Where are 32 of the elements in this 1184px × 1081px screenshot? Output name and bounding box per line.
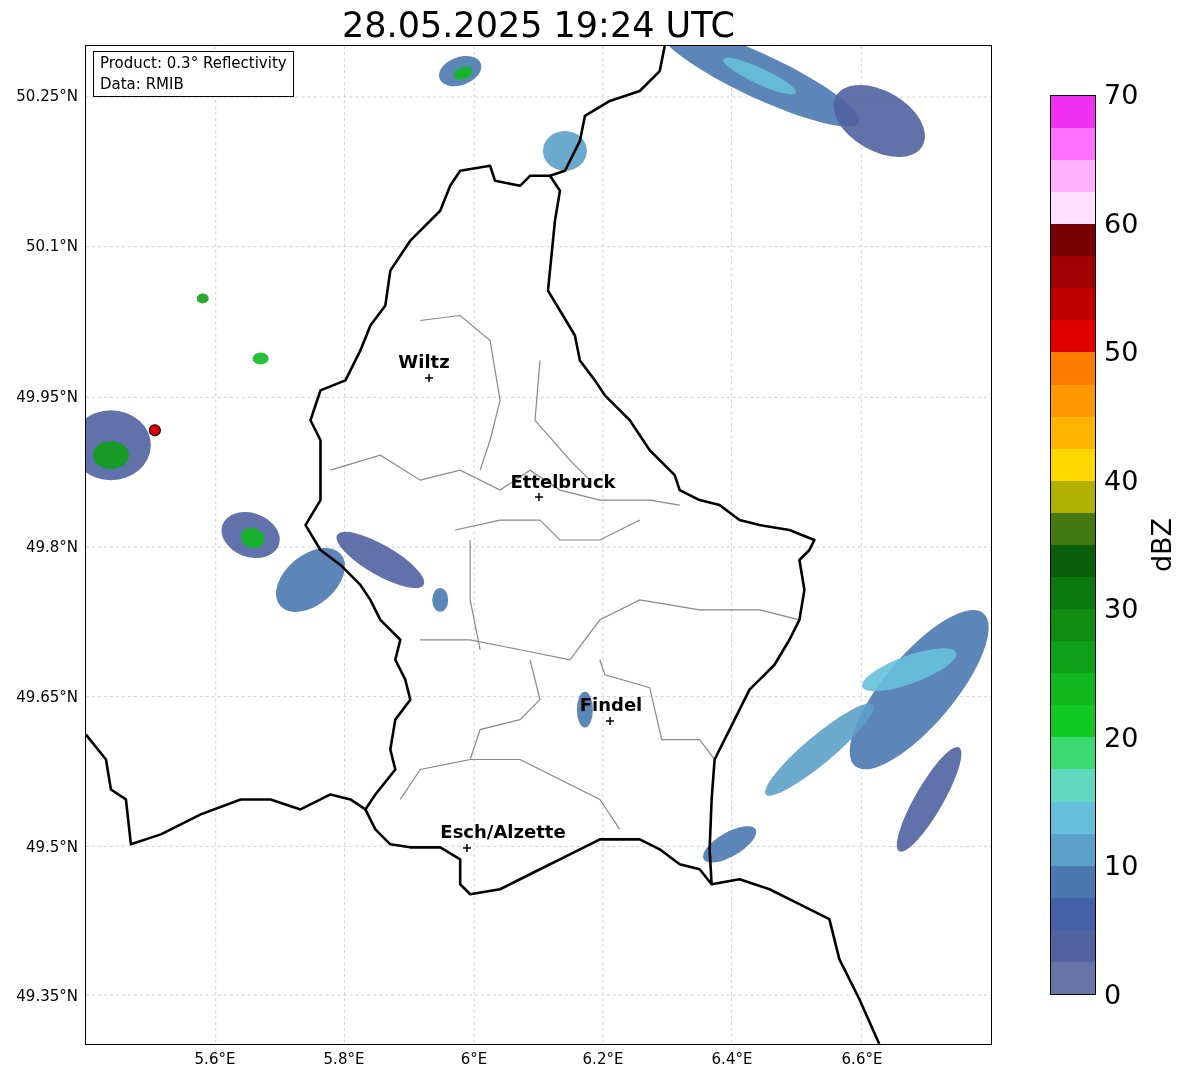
colorbar-tick-label: 40 [1104, 465, 1139, 496]
colorbar-tick-label: 50 [1104, 337, 1139, 368]
colorbar-axis-label: dBZ [1147, 516, 1177, 575]
latitude-label: 49.95°N [16, 388, 78, 406]
city-label: Wiltz [397, 352, 451, 372]
colorbar-tick-label: 30 [1104, 594, 1139, 625]
latitude-label: 49.65°N [16, 688, 78, 706]
colorbar-tick-label: 70 [1104, 80, 1139, 110]
longitude-label: 5.6°E [193, 1050, 237, 1068]
colorbar-tick-label: 20 [1104, 722, 1139, 753]
colorbar-tick-label: 10 [1104, 851, 1139, 882]
longitude-label: 6.6°E [840, 1050, 884, 1068]
chart-title: 28.05.2025 19:24 UTC [341, 4, 736, 46]
city-marker-icon [463, 844, 471, 852]
colorbar-tick-label: 0 [1104, 980, 1122, 1010]
longitude-label: 6.4°E [710, 1050, 754, 1068]
longitude-label: 5.8°E [322, 1050, 366, 1068]
latitude-label: 50.1°N [25, 237, 78, 255]
longitude-label: 6.2°E [581, 1050, 625, 1068]
info-text: Product: 0.3° Reflectivity [100, 53, 287, 74]
latitude-label: 50.25°N [16, 87, 78, 105]
info-text: Data: RMIB [100, 74, 185, 95]
latitude-label: 49.5°N [25, 838, 78, 856]
city-label: Ettelbruck [509, 472, 617, 492]
colorbar-tick-label: 60 [1104, 208, 1139, 239]
city-marker-icon [425, 374, 433, 382]
latitude-label: 49.8°N [25, 538, 78, 556]
longitude-label: 6°E [459, 1050, 489, 1068]
city-marker-icon [535, 493, 543, 501]
city-marker-icon [606, 717, 614, 725]
city-label: Esch/Alzette [439, 822, 567, 842]
latitude-label: 49.35°N [16, 987, 78, 1005]
